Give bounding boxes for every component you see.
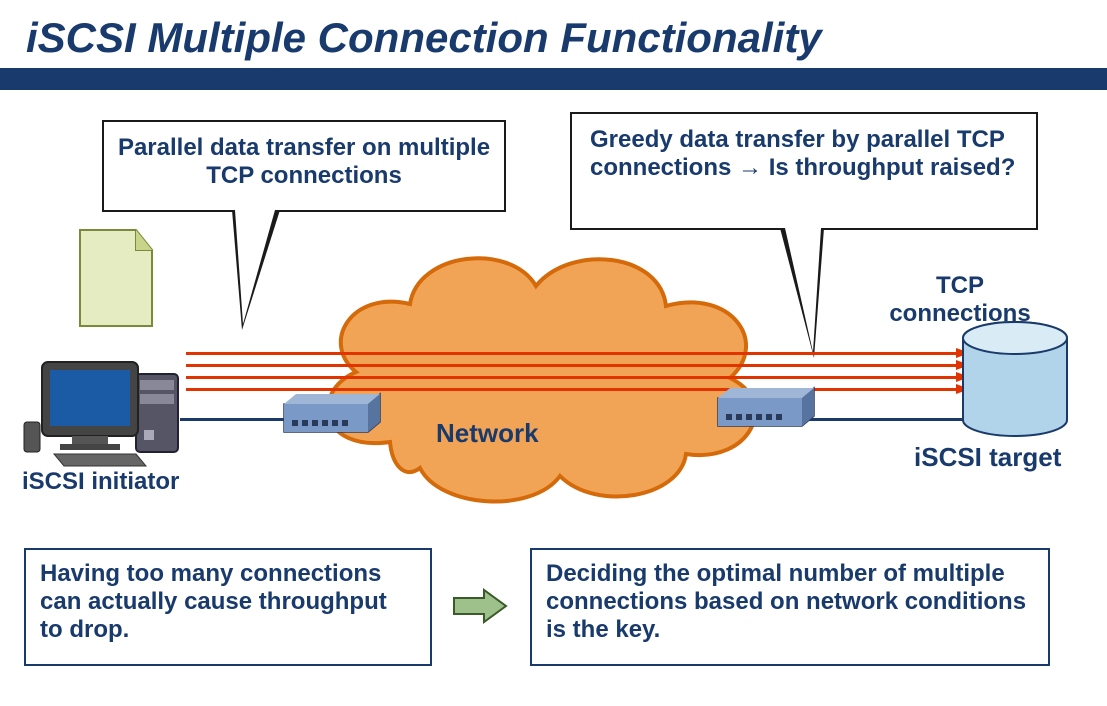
tcp-connection-line-3 <box>186 376 958 379</box>
title-underline-bar <box>0 68 1107 90</box>
tcp-connection-line-4 <box>186 388 958 391</box>
computer-icon <box>20 330 188 470</box>
switch-left-icon <box>282 392 382 434</box>
statement-optimal-connections: Deciding the optimal number of multiple … <box>530 548 1050 666</box>
network-label: Network <box>436 418 539 449</box>
callout-parallel-transfer: Parallel data transfer on multiple TCP c… <box>102 120 506 212</box>
statement-too-many-connections: Having too many connections can actually… <box>24 548 432 666</box>
implication-arrow-icon <box>452 588 508 624</box>
callout-greedy-transfer: Greedy data transfer by parallel TCP con… <box>570 112 1038 230</box>
tcp-connection-line-1 <box>186 352 958 355</box>
tcp-connection-line-2 <box>186 364 958 367</box>
target-label: iSCSI target <box>914 442 1061 473</box>
switch-right-icon <box>716 386 816 428</box>
sticky-note-icon <box>78 228 154 328</box>
storage-cylinder-icon <box>960 320 1070 440</box>
initiator-label: iSCSI initiator <box>22 468 179 496</box>
slide-title: iSCSI Multiple Connection Functionality <box>0 0 1107 68</box>
